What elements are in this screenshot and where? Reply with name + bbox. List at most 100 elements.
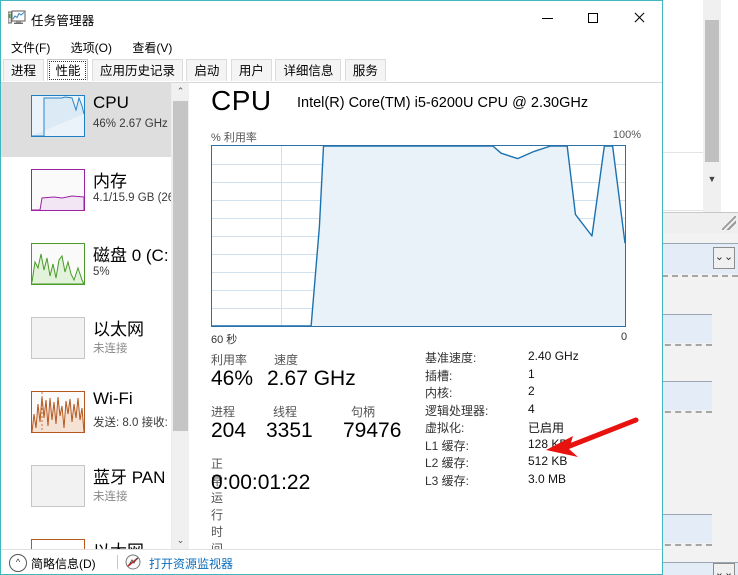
menu-options[interactable]: 选项(O) bbox=[67, 37, 121, 58]
sidebar-item-memory[interactable]: 内存 4.1/15.9 GB (26%) bbox=[1, 157, 189, 231]
speed-value: 2.67 GHz bbox=[267, 367, 356, 390]
tab-details[interactable]: 详细信息 bbox=[275, 59, 342, 81]
processes-label: 进程 bbox=[211, 405, 236, 419]
tab-processes[interactable]: 进程 bbox=[3, 59, 45, 81]
chart-xlabel-right: 0 bbox=[621, 331, 628, 343]
cpu-chart-svg bbox=[212, 146, 625, 326]
spec-key: 基准速度: bbox=[425, 351, 477, 365]
bluetooth-thumbnail bbox=[31, 465, 85, 507]
spec-key: 插槽: bbox=[425, 368, 453, 383]
background-spinner-button[interactable]: ⌄⌄ bbox=[713, 247, 735, 269]
sidebar-item-cpu[interactable]: CPU 46% 2.67 GHz bbox=[1, 83, 189, 157]
titlebar: 任务管理器 bbox=[1, 1, 662, 37]
fewer-details-button[interactable]: 简略信息(D) bbox=[31, 555, 96, 572]
sidebar-item-bluetooth-pan[interactable]: 蓝牙 PAN 未连接 bbox=[1, 453, 189, 527]
content-area: CPU 46% 2.67 GHz 内存 4.1/15.9 GB (26%) 磁盘… bbox=[1, 83, 662, 556]
spec-value: 已启用 bbox=[528, 421, 565, 435]
window-title: 任务管理器 bbox=[31, 14, 95, 28]
tabstrip: 进程 性能 应用历史记录 启动 用户 详细信息 服务 bbox=[1, 59, 662, 83]
scroll-up-icon[interactable]: ⌃ bbox=[172, 83, 189, 100]
tab-app-history[interactable]: 应用历史记录 bbox=[91, 59, 183, 81]
sidebar-item-wifi-name: Wi-Fi bbox=[93, 389, 133, 408]
sidebar-item-disk-sub: 5% bbox=[93, 266, 110, 278]
chevron-up-icon[interactable]: ^ bbox=[9, 554, 27, 572]
sidebar-item-cpu-name: CPU bbox=[93, 93, 129, 112]
spec-value: 1 bbox=[528, 366, 535, 381]
sidebar-item-ethernet-2-name: 以太网 bbox=[93, 537, 144, 549]
utilization-value: 46% bbox=[211, 367, 254, 390]
cpu-thumbnail bbox=[31, 95, 85, 137]
wifi-thumbnail bbox=[31, 391, 85, 433]
disk-thumbnail bbox=[31, 243, 85, 285]
ethernet-thumbnail bbox=[31, 317, 85, 359]
spec-key: L2 缓存: bbox=[425, 456, 470, 470]
handles-label: 句柄 bbox=[351, 405, 376, 419]
sidebar-item-ethernet-1-name: 以太网 bbox=[93, 320, 144, 339]
menu-file[interactable]: 文件(F) bbox=[7, 37, 59, 58]
focus-ring bbox=[49, 61, 87, 80]
minimize-button[interactable] bbox=[524, 1, 570, 35]
spec-value: 512 KB bbox=[528, 454, 568, 468]
open-resource-monitor-link[interactable]: 打开资源监视器 bbox=[149, 555, 233, 572]
tab-performance[interactable]: 性能 bbox=[47, 59, 89, 81]
window-controls bbox=[524, 1, 662, 35]
tab-services[interactable]: 服务 bbox=[344, 59, 386, 81]
spec-key: 逻辑处理器: bbox=[425, 403, 489, 418]
sidebar-item-ethernet-2[interactable]: 以太网 发送: 0 接收: 0 Kbp bbox=[1, 527, 189, 549]
sidebar-item-ethernet-1-sub: 未连接 bbox=[93, 343, 128, 355]
scroll-down-icon[interactable]: ⌄ bbox=[172, 532, 189, 549]
spec-key: 虚拟化: bbox=[425, 421, 465, 435]
resize-grip-icon[interactable] bbox=[722, 216, 736, 230]
sidebar-item-disk[interactable]: 磁盘 0 (C: D:) 5% bbox=[1, 231, 189, 305]
maximize-button[interactable] bbox=[570, 1, 616, 35]
spec-value: 3.0 MB bbox=[528, 471, 567, 486]
chart-ylabel: % 利用率 bbox=[211, 132, 257, 144]
menubar: 文件(F) 选项(O) 查看(V) bbox=[1, 37, 662, 59]
close-button[interactable] bbox=[616, 1, 662, 35]
sidebar-scrollbar[interactable]: ⌃ ⌄ bbox=[171, 83, 189, 549]
resource-monitor-icon bbox=[125, 554, 141, 570]
speed-label: 速度 bbox=[274, 353, 299, 367]
spec-key: L1 缓存: bbox=[425, 438, 470, 453]
threads-value: 3351 bbox=[266, 419, 313, 442]
statusbar-divider bbox=[117, 555, 118, 569]
spec-key: L3 缓存: bbox=[425, 473, 470, 488]
threads-label: 线程 bbox=[273, 405, 298, 419]
sidebar-item-ethernet-1[interactable]: 以太网 未连接 bbox=[1, 305, 189, 379]
handles-value: 79476 bbox=[343, 419, 402, 442]
spec-value: 4 bbox=[528, 401, 535, 416]
uptime-value: 0:00:01:22 bbox=[211, 471, 311, 494]
spec-value: 2 bbox=[528, 384, 535, 398]
task-manager-window: 任务管理器 文件(F) 选项(O) 查看(V) 进程 性能 应用历史记录 启动 … bbox=[0, 0, 663, 575]
cpu-detail-panel: CPU Intel(R) Core(TM) i5-6200U CPU @ 2.3… bbox=[189, 83, 662, 556]
page-title: CPU bbox=[211, 85, 272, 116]
background-scroll-down-icon[interactable]: ▼ bbox=[705, 172, 719, 186]
spec-value: 128 KB bbox=[528, 436, 568, 451]
menu-view[interactable]: 查看(V) bbox=[128, 37, 181, 58]
ethernet2-thumbnail bbox=[31, 539, 85, 549]
sidebar-item-bluetooth-pan-name: 蓝牙 PAN bbox=[93, 468, 166, 487]
maximize-icon bbox=[588, 13, 598, 23]
background-scrollbar-thumb[interactable] bbox=[705, 20, 719, 162]
sidebar-item-memory-name: 内存 bbox=[93, 172, 127, 191]
background-spinner-button[interactable]: ⌄⌄ bbox=[713, 563, 735, 575]
spec-value: 2.40 GHz bbox=[528, 349, 579, 363]
processes-value: 204 bbox=[211, 419, 247, 442]
cpu-model-label: Intel(R) Core(TM) i5-6200U CPU @ 2.30GHz bbox=[297, 95, 589, 111]
tab-startup[interactable]: 启动 bbox=[186, 59, 228, 81]
close-icon bbox=[633, 12, 645, 24]
resource-sidebar: CPU 46% 2.67 GHz 内存 4.1/15.9 GB (26%) 磁盘… bbox=[1, 83, 189, 549]
cpu-utilization-chart bbox=[211, 145, 626, 327]
chart-xlabel-left: 60 秒 bbox=[211, 334, 238, 346]
statusbar: ^ 简略信息(D) 打开资源监视器 bbox=[1, 549, 662, 574]
sidebar-item-bluetooth-pan-sub: 未连接 bbox=[93, 491, 128, 503]
minimize-icon bbox=[541, 17, 553, 19]
tab-users[interactable]: 用户 bbox=[230, 59, 272, 81]
sidebar-scrollbar-thumb[interactable] bbox=[173, 101, 188, 431]
sidebar-item-cpu-sub: 46% 2.67 GHz bbox=[93, 118, 168, 130]
sidebar-item-wifi[interactable]: Wi-Fi 发送: 8.0 接收: 0 Kb bbox=[1, 379, 189, 453]
memory-thumbnail bbox=[31, 169, 85, 211]
chart-ymax-label: 100% bbox=[612, 129, 641, 141]
taskmanager-icon bbox=[7, 10, 26, 26]
spec-key: 内核: bbox=[425, 386, 453, 400]
